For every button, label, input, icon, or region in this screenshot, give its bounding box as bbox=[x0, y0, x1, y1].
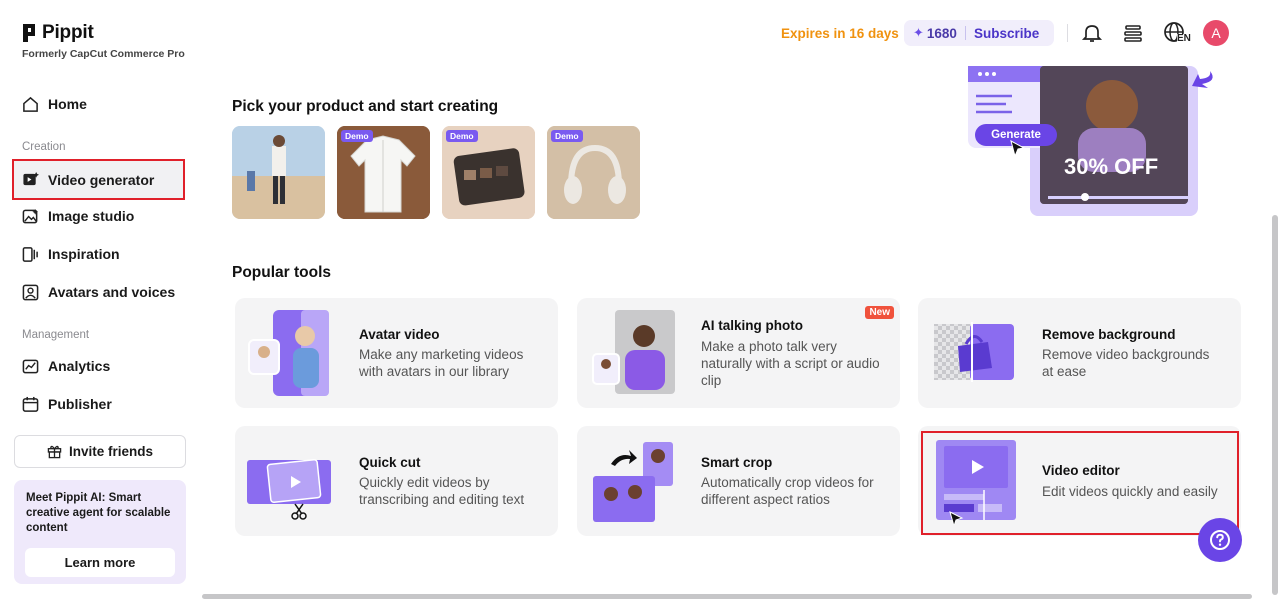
user-avatar[interactable]: A bbox=[1203, 20, 1229, 46]
vertical-scrollbar[interactable] bbox=[1272, 215, 1278, 595]
avatar-video-illustration bbox=[248, 310, 329, 396]
horizontal-scrollbar[interactable] bbox=[202, 594, 1252, 599]
language-code: EN bbox=[1177, 33, 1191, 44]
avatar-icon bbox=[22, 284, 39, 300]
help-button[interactable] bbox=[1198, 518, 1242, 562]
tool-card-smart-crop[interactable]: Smart crop Automatically crop videos for… bbox=[577, 426, 900, 536]
banner-offer: 30% OFF bbox=[1064, 154, 1159, 179]
home-icon bbox=[23, 96, 38, 112]
product-thumb-headphones[interactable]: Demo bbox=[547, 126, 640, 219]
new-badge: New bbox=[865, 306, 894, 319]
bell-icon[interactable] bbox=[1081, 22, 1103, 44]
question-mark-icon bbox=[1210, 530, 1230, 550]
sidebar-item-label: Image studio bbox=[48, 208, 135, 224]
inspiration-icon bbox=[22, 246, 38, 262]
sidebar-item-label: Inspiration bbox=[48, 246, 120, 262]
brand-subtitle: Formerly CapCut Commerce Pro bbox=[22, 48, 185, 60]
gift-icon bbox=[47, 445, 62, 459]
analytics-icon bbox=[22, 359, 39, 373]
sidebar-item-label: Publisher bbox=[48, 396, 112, 412]
learn-more-button[interactable]: Learn more bbox=[25, 548, 175, 577]
credits-count: 1680 bbox=[926, 25, 957, 41]
tool-card-remove-background[interactable]: Remove background Remove video backgroun… bbox=[918, 298, 1241, 408]
smart-crop-illustration bbox=[593, 442, 673, 522]
pippit-logo-icon bbox=[23, 24, 35, 42]
tool-description: Quickly edit videos by transcribing and … bbox=[359, 475, 525, 507]
sidebar-item-label: Avatars and voices bbox=[48, 284, 176, 300]
product-thumb-beach[interactable] bbox=[232, 126, 325, 219]
remove-background-illustration bbox=[934, 322, 1014, 382]
image-studio-icon bbox=[22, 208, 39, 223]
tool-description: Make any marketing videos with avatars i… bbox=[359, 347, 524, 379]
quick-cut-illustration bbox=[247, 459, 331, 520]
layers-icon[interactable] bbox=[1122, 22, 1144, 44]
products-heading: Pick your product and start creating bbox=[232, 98, 499, 115]
sidebar-item-inspiration[interactable]: Inspiration bbox=[14, 235, 184, 273]
tool-title: AI talking photo bbox=[701, 318, 803, 333]
demo-badge: Demo bbox=[446, 130, 478, 142]
section-label-management: Management bbox=[22, 329, 90, 341]
tool-description: Make a photo talk very naturally with a … bbox=[701, 339, 880, 388]
subscription-expiry: Expires in 16 days bbox=[781, 26, 899, 41]
demo-badge: Demo bbox=[551, 130, 583, 142]
logo[interactable]: Pippit bbox=[22, 22, 94, 44]
invite-friends-label: Invite friends bbox=[68, 444, 154, 459]
header-divider bbox=[1067, 24, 1068, 42]
video-generator-icon bbox=[23, 171, 39, 186]
product-thumb-shirt[interactable]: Demo bbox=[337, 126, 430, 219]
section-label-creation: Creation bbox=[22, 141, 66, 153]
brand-name: Pippit bbox=[42, 22, 94, 43]
credits-pill[interactable]: ✦ 1680 Subscribe bbox=[904, 20, 1054, 46]
sidebar-item-label: Analytics bbox=[48, 358, 111, 374]
demo-badge: Demo bbox=[341, 130, 373, 142]
sidebar-item-analytics[interactable]: Analytics bbox=[14, 347, 184, 385]
tool-card-ai-talking-photo[interactable]: New AI talking photo Make a photo talk v… bbox=[577, 298, 900, 408]
sidebar-item-home[interactable]: Home bbox=[14, 85, 184, 123]
tool-card-quick-cut[interactable]: Quick cut Quickly edit videos by transcr… bbox=[235, 426, 558, 536]
sidebar-item-image-studio[interactable]: Image studio bbox=[14, 197, 184, 235]
popular-tools-heading: Popular tools bbox=[232, 264, 332, 281]
sidebar: Pippit Formerly CapCut Commerce Pro Home… bbox=[0, 0, 200, 599]
tool-title: Quick cut bbox=[359, 455, 421, 470]
sidebar-item-label: Home bbox=[48, 96, 87, 112]
tool-card-avatar-video[interactable]: Avatar video Make any marketing videos w… bbox=[235, 298, 558, 408]
product-thumb-eyeshadow[interactable]: Demo bbox=[442, 126, 535, 219]
tool-description: Remove video backgrounds at ease bbox=[1042, 347, 1210, 379]
pippit-ai-promo: Meet Pippit AI: Smart creative agent for… bbox=[14, 480, 186, 584]
talking-photo-illustration bbox=[592, 310, 675, 394]
cursor-icon bbox=[1010, 140, 1026, 158]
tool-title: Smart crop bbox=[701, 455, 773, 470]
tool-title: Avatar video bbox=[359, 327, 440, 342]
selection-highlight bbox=[921, 431, 1239, 535]
subscribe-link[interactable]: Subscribe bbox=[974, 26, 1039, 41]
promo-text: Meet Pippit AI: Smart creative agent for… bbox=[26, 492, 171, 534]
beach-photo-image bbox=[232, 126, 325, 219]
sidebar-item-publisher[interactable]: Publisher bbox=[14, 385, 184, 423]
sidebar-item-avatars-and-voices[interactable]: Avatars and voices bbox=[14, 273, 184, 311]
sidebar-item-label: Video generator bbox=[48, 171, 155, 188]
invite-friends-button[interactable]: Invite friends bbox=[14, 435, 186, 468]
sidebar-item-video-generator[interactable]: Video generator bbox=[12, 159, 185, 200]
sparkle-icon: ✦ bbox=[913, 25, 924, 40]
tool-title: Remove background bbox=[1042, 327, 1176, 342]
tool-description: Automatically crop videos for different … bbox=[701, 475, 874, 507]
pill-divider bbox=[964, 26, 966, 40]
calendar-icon bbox=[22, 396, 39, 412]
